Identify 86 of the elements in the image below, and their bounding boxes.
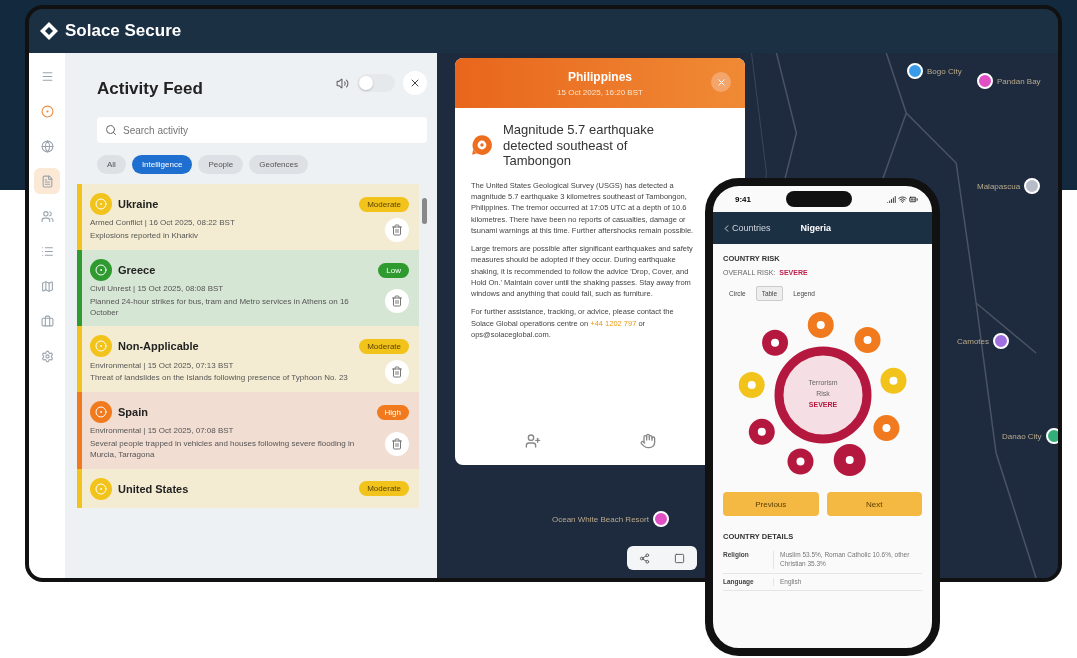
activity-meta: Environmental | 15 Oct 2025, 07:08 BST — [90, 426, 235, 438]
place-label: Bogo City — [927, 66, 962, 76]
filter-chip[interactable]: People — [198, 155, 244, 174]
risk-bubble[interactable] — [761, 329, 788, 356]
place-label: Ocean White Beach Resort — [552, 514, 649, 524]
nav-button[interactable]: Next — [826, 492, 922, 516]
sound-toggle[interactable] — [357, 74, 395, 92]
status-time: 9:41 — [735, 194, 751, 204]
popup-date: 15 Oct 2025, 16:20 BST — [557, 87, 643, 97]
trash-icon — [391, 437, 403, 450]
popup-title: Philippines — [568, 69, 632, 84]
place-label: Camotes — [957, 336, 989, 346]
panel-title: Activity Feed — [97, 79, 203, 99]
app-title: Solace Secure — [65, 21, 182, 41]
delete-button[interactable] — [385, 218, 409, 242]
filter-chip[interactable]: All — [97, 155, 126, 174]
square-icon[interactable] — [674, 552, 685, 564]
screen-title: Nigeria — [800, 223, 832, 233]
activity-card[interactable]: Greece Low Civil Unrest | 15 Oct 2025, 08:08 BST Planned 24-hour strikes for bus, tram and Metro services in Athens on 16 October — [77, 250, 419, 327]
bag-icon — [40, 314, 54, 328]
filter-chip[interactable]: Geofences — [249, 155, 308, 174]
close-button[interactable] — [711, 72, 731, 92]
settings-icon — [40, 349, 54, 363]
risk-bubble[interactable] — [807, 312, 834, 339]
activity-card[interactable]: Spain High Environmental | 15 Oct 2025, 07:08 BST Several people trapped in vehicles and houses following severe flooding in Murcia, Tarragona — [77, 392, 419, 469]
risk-bubble[interactable] — [872, 415, 899, 442]
activity-title: Ukraine — [118, 198, 160, 210]
map-icon — [40, 279, 54, 293]
delete-button[interactable] — [385, 431, 409, 456]
target-icon — [95, 264, 107, 276]
risk-bubble[interactable] — [854, 327, 881, 353]
scrollbar-thumb[interactable] — [422, 198, 427, 224]
activity-meta: Environmental | 15 Oct 2025, 07:13 BST — [90, 360, 235, 372]
risk-badge: Moderate — [359, 481, 409, 497]
risk-badge: Moderate — [359, 338, 409, 354]
trash-icon — [391, 366, 403, 379]
activity-card[interactable]: Ukraine Moderate Armed Conflict | 16 Oct 2025, 08:22 BST Explosions reported in Kharkiv — [77, 184, 419, 250]
activity-meta: Civil Unrest | 15 Oct 2025, 08:08 BST — [90, 284, 225, 295]
activity-title: Non-Applicable — [118, 340, 200, 353]
nav-button[interactable]: Previous — [723, 492, 819, 516]
trash-icon — [391, 224, 403, 236]
risk-bubble[interactable] — [787, 448, 813, 475]
activity-title: Spain — [118, 406, 149, 419]
close-icon — [409, 77, 421, 89]
camera-notch — [786, 191, 852, 207]
activity-text: Threat of landslides on the Islands following presence of Typhoon No. 23 — [90, 373, 349, 385]
activity-text: Explosions reported in Kharkiv — [90, 231, 200, 242]
risk-bubble[interactable] — [833, 444, 866, 476]
risk-badge: Low — [378, 262, 409, 278]
activity-text: Planned 24-hour strikes for bus, tram and Metro services in Athens on 16 October — [90, 296, 350, 319]
activity-meta: Armed Conflict | 16 Oct 2025, 08:22 BST — [90, 218, 236, 229]
trash-icon — [391, 295, 403, 308]
logo-icon — [39, 21, 59, 41]
sidebar-item[interactable] — [34, 168, 60, 194]
target-icon — [95, 406, 107, 419]
place-label: Pandan Bay — [997, 76, 1041, 86]
risk-badge: High — [376, 404, 409, 420]
delete-button[interactable] — [385, 360, 409, 385]
activity-card[interactable]: United States Moderate — [77, 468, 419, 508]
delete-button[interactable] — [385, 289, 409, 314]
people-icon — [40, 209, 54, 223]
activity-title: United States — [118, 482, 190, 495]
risk-badge: Moderate — [359, 196, 409, 212]
menu-icon — [40, 69, 54, 83]
place-label: Malapascua — [977, 181, 1021, 191]
activity-title: Greece — [118, 264, 157, 276]
place-label: Danao City — [1002, 431, 1042, 441]
speaker-icon — [336, 76, 349, 90]
search-field[interactable]: Search activity — [97, 117, 427, 143]
target-icon — [95, 482, 107, 495]
filter-chip[interactable]: Intelligence — [131, 155, 193, 174]
target-icon — [95, 198, 107, 210]
activity-card[interactable]: Non-Applicable Moderate Environmental | 15 Oct 2025, 07:13 BST Threat of landslides on the Islands following presence of Typhoon No. 23 — [77, 326, 419, 393]
share-icon[interactable] — [639, 552, 650, 564]
activity-text: Several people trapped in vehicles and houses following severe flooding in Murcia, Tarragona — [90, 439, 356, 461]
add-person-icon[interactable] — [524, 433, 541, 449]
risk-bubble[interactable] — [748, 418, 775, 445]
globe-icon — [40, 139, 54, 153]
target-icon — [95, 340, 107, 353]
close-icon — [715, 76, 727, 88]
status-icons — [887, 194, 918, 204]
hand-icon[interactable] — [639, 433, 656, 449]
list-icon — [40, 244, 54, 258]
back-button[interactable]: Countries — [721, 222, 771, 234]
close-button[interactable] — [403, 71, 427, 95]
alert-headline: Magnitude 5.7 earthquake detected southeast of Tambongon — [502, 122, 655, 169]
